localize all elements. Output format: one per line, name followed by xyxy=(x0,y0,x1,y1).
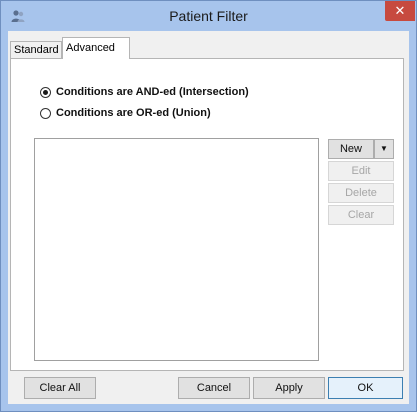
new-dropdown-button[interactable]: ▼ xyxy=(374,139,394,159)
tab-standard[interactable]: Standard xyxy=(10,41,62,58)
edit-button[interactable]: Edit xyxy=(328,161,394,181)
or-radio-option[interactable]: Conditions are OR-ed (Union) xyxy=(40,105,211,121)
and-radio-label: Conditions are AND-ed (Intersection) xyxy=(56,86,249,98)
and-radio-button[interactable] xyxy=(40,86,51,98)
clear-all-button[interactable]: Clear All xyxy=(24,377,96,399)
delete-button[interactable]: Delete xyxy=(328,183,394,203)
ok-button[interactable]: OK xyxy=(328,377,403,399)
tab-advanced[interactable]: Advanced xyxy=(62,37,130,59)
chevron-down-icon: ▼ xyxy=(380,144,388,153)
window-title: Patient Filter xyxy=(169,8,248,24)
title-bar[interactable]: Patient Filter ✕ xyxy=(1,1,416,31)
and-radio-option[interactable]: Conditions are AND-ed (Intersection) xyxy=(40,84,249,100)
or-radio-button[interactable] xyxy=(40,107,51,119)
conditions-list[interactable] xyxy=(34,138,319,361)
patient-filter-window: Patient Filter ✕ Standard Advanced Condi… xyxy=(0,0,417,412)
close-icon: ✕ xyxy=(394,3,406,18)
advanced-tab-panel: Conditions are AND-ed (Intersection) Con… xyxy=(10,58,404,371)
or-radio-label: Conditions are OR-ed (Union) xyxy=(56,107,211,119)
apply-button[interactable]: Apply xyxy=(253,377,325,399)
new-button[interactable]: New xyxy=(328,139,374,159)
close-button[interactable]: ✕ xyxy=(385,1,415,21)
cancel-button[interactable]: Cancel xyxy=(178,377,250,399)
clear-button[interactable]: Clear xyxy=(328,205,394,225)
dialog-client-area: Standard Advanced Conditions are AND-ed … xyxy=(8,31,409,404)
